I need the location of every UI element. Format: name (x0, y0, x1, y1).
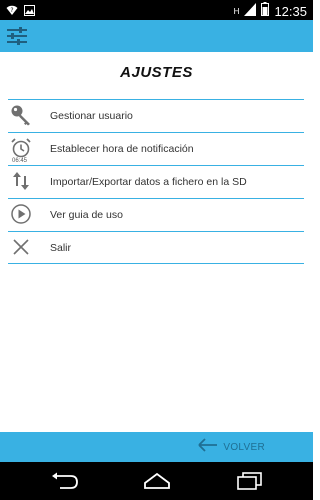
status-bar: ? H 12:35 (0, 0, 313, 20)
menu-item-label: Salir (50, 242, 72, 254)
menu-item-exit[interactable]: Salir (8, 231, 304, 264)
alarm-time-text: 06:45 (12, 158, 28, 164)
app-bar (0, 20, 313, 52)
back-nav-icon[interactable] (50, 472, 80, 490)
home-nav-icon[interactable] (142, 472, 172, 490)
menu-item-label: Importar/Exportar datos a fichero en la … (50, 176, 247, 188)
back-button-label: VOLVER (223, 441, 265, 453)
alarm-clock-icon (10, 137, 32, 159)
wifi-question-icon: ? (6, 3, 18, 21)
menu-item-label: Establecer hora de notificación (50, 143, 194, 155)
close-icon (10, 236, 32, 258)
menu-item-label: Gestionar usuario (50, 110, 133, 122)
signal-icon (244, 2, 257, 21)
key-icon (10, 104, 32, 126)
settings-menu: Gestionar usuario 06:45 Establecer hora … (8, 99, 304, 264)
bottom-bar: VOLVER (0, 432, 313, 462)
menu-item-label: Ver guia de uso (50, 209, 123, 221)
image-icon (24, 3, 35, 21)
page-title: AJUSTES (120, 64, 193, 81)
menu-item-notification-time[interactable]: 06:45 Establecer hora de notificación (8, 132, 304, 165)
status-time: 12:35 (274, 3, 307, 19)
battery-icon (261, 2, 270, 21)
recents-nav-icon[interactable] (234, 472, 264, 490)
arrow-left-icon (198, 437, 218, 457)
settings-sliders-icon[interactable] (6, 26, 28, 46)
import-export-icon (10, 170, 32, 192)
play-icon (10, 203, 32, 225)
menu-item-manage-user[interactable]: Gestionar usuario (8, 99, 304, 132)
menu-item-import-export[interactable]: Importar/Exportar datos a fichero en la … (8, 165, 304, 198)
menu-item-user-guide[interactable]: Ver guia de uso (8, 198, 304, 231)
svg-text:?: ? (10, 7, 13, 14)
network-type: H (233, 6, 240, 16)
back-button[interactable]: VOLVER (198, 437, 265, 457)
system-nav-bar (0, 462, 313, 500)
